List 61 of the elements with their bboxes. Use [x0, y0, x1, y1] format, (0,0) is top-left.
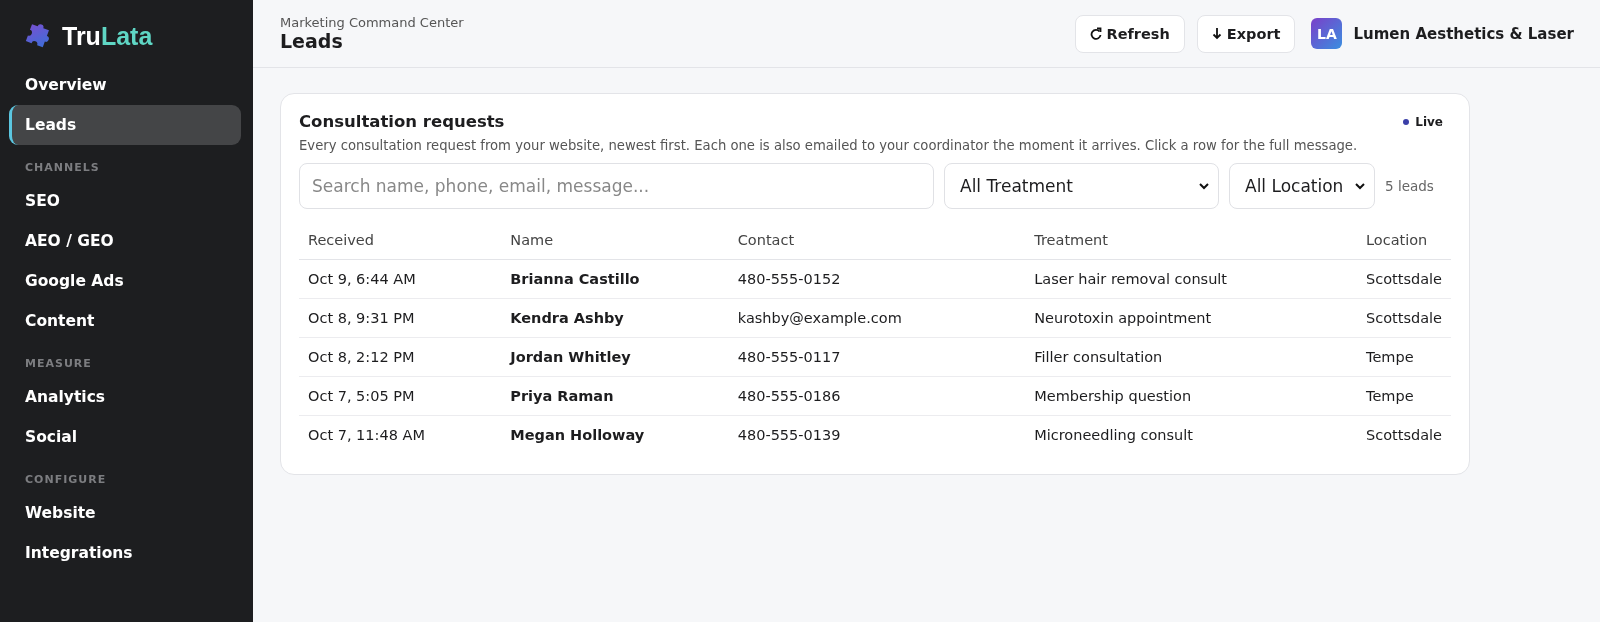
filter-dropdown[interactable]: All Location — [1229, 163, 1375, 209]
table-cell[interactable]: Microneedling consult — [1025, 415, 1357, 454]
section-heading: MEASURE — [24, 357, 93, 370]
table-cell[interactable]: Oct 7, 11:48 AM — [299, 415, 502, 454]
nav-item[interactable]: Overview — [9, 65, 241, 105]
table-cell[interactable]: Jordan Whitley — [501, 337, 729, 377]
table-cell[interactable]: Tempe — [1357, 376, 1451, 416]
nav-item[interactable]: Leads — [9, 105, 241, 145]
chevron-down-icon — [1354, 182, 1366, 190]
section-heading: CHANNELS — [24, 161, 101, 174]
status-label: Live — [1415, 114, 1443, 129]
export-button[interactable]: Export — [1196, 14, 1296, 53]
card-title: Consultation requests — [299, 112, 505, 131]
brand-name: TruLata — [62, 22, 153, 51]
table-cell[interactable]: Oct 7, 5:05 PM — [299, 376, 502, 416]
table-cell[interactable]: Oct 9, 6:44 AM — [299, 259, 502, 299]
arrow-down-icon — [1211, 27, 1222, 40]
search-field[interactable]: Search name, phone, email, message... — [299, 163, 934, 209]
table-cell[interactable]: Tempe — [1357, 337, 1451, 377]
nav-item[interactable]: AEO / GEO — [9, 221, 241, 261]
table-cell[interactable]: Neurotoxin appointment — [1025, 298, 1357, 338]
column-header: Treatment — [1025, 221, 1357, 260]
nav-item[interactable]: Social — [9, 417, 241, 457]
table-cell[interactable]: Membership question — [1025, 376, 1357, 416]
column-header: Contact — [728, 221, 1026, 260]
nav-item[interactable]: Website — [9, 493, 241, 533]
account-avatar[interactable]: LA — [1311, 18, 1343, 49]
table-cell[interactable]: Scottsdale — [1357, 298, 1451, 338]
nav-item[interactable]: Integrations — [9, 533, 241, 573]
breadcrumb: Marketing Command Center — [280, 15, 465, 30]
account-name[interactable]: Lumen Aesthetics & Laser — [1353, 24, 1574, 43]
page-title: Leads — [280, 30, 344, 52]
table-cell[interactable]: kashby@example.com — [728, 298, 1026, 338]
refresh-button[interactable]: Refresh — [1074, 14, 1185, 53]
nav-item[interactable]: Analytics — [9, 377, 241, 417]
table-cell[interactable]: Filler consultation — [1025, 337, 1357, 377]
column-header: Location — [1357, 221, 1451, 260]
card-description: Every consultation request from your website, newest first. Each one is also emailed to your coordinator the moment it arrives. Click a row for the full message. — [299, 138, 1359, 153]
filter-dropdown[interactable]: All Treatment — [944, 163, 1219, 209]
lead-count: 5 leads — [1385, 178, 1434, 194]
table-cell[interactable]: Scottsdale — [1357, 415, 1451, 454]
table-cell[interactable]: Megan Holloway — [501, 415, 729, 454]
table-cell[interactable]: 480-555-0152 — [728, 259, 1026, 299]
table-cell[interactable]: Oct 8, 9:31 PM — [299, 298, 502, 338]
nav-item[interactable]: SEO — [9, 181, 241, 221]
table-cell[interactable]: Brianna Castillo — [501, 259, 729, 299]
column-header: Name — [501, 221, 729, 260]
nav-item[interactable]: Google Ads — [9, 261, 241, 301]
column-header: Received — [299, 221, 502, 260]
table-cell[interactable]: 480-555-0117 — [728, 337, 1026, 377]
refresh-icon — [1089, 27, 1102, 40]
table-cell[interactable]: Scottsdale — [1357, 259, 1451, 299]
section-heading: CONFIGURE — [24, 473, 108, 486]
chevron-down-icon — [1198, 182, 1210, 190]
table-cell[interactable]: Oct 8, 2:12 PM — [299, 337, 502, 377]
table-cell[interactable]: 480-555-0186 — [728, 376, 1026, 416]
table-cell[interactable]: Kendra Ashby — [501, 298, 729, 338]
table-cell[interactable]: Laser hair removal consult — [1025, 259, 1357, 299]
table-cell[interactable]: 480-555-0139 — [728, 415, 1026, 454]
table-cell[interactable]: Priya Raman — [501, 376, 729, 416]
nav-item[interactable]: Content — [9, 301, 241, 341]
